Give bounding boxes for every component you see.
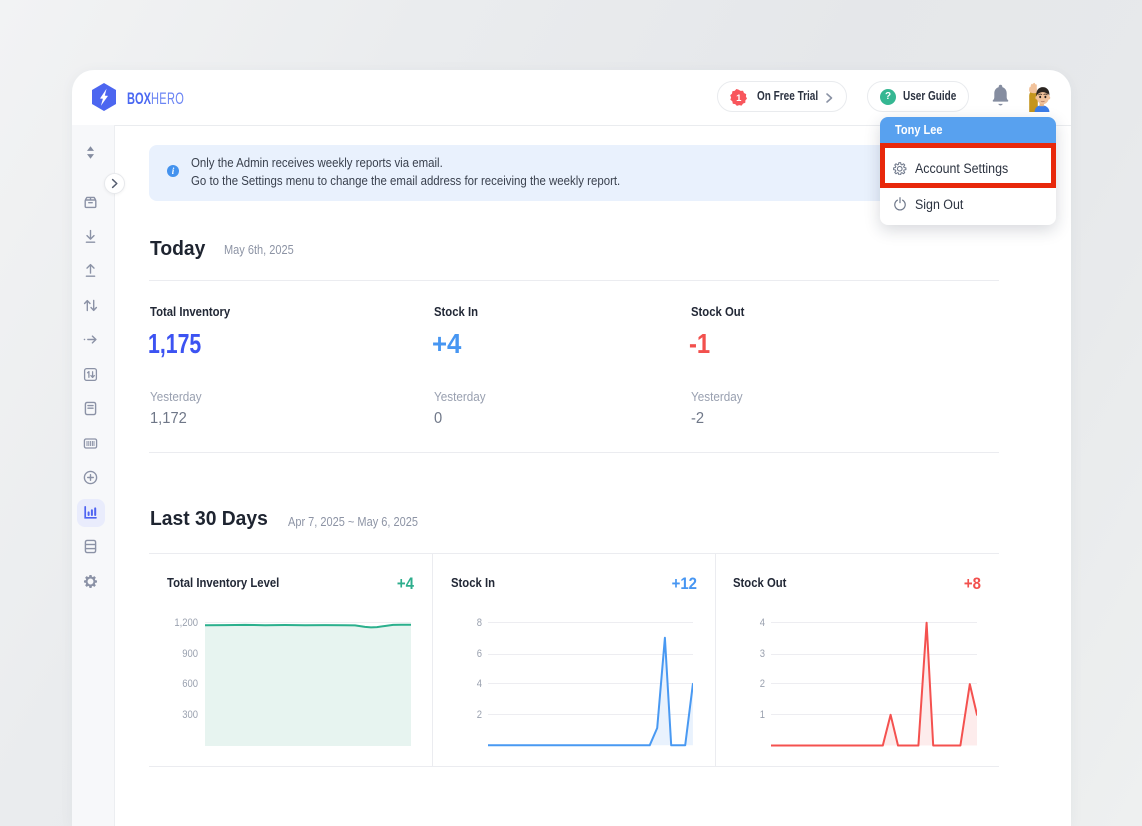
svg-text:1: 1 bbox=[736, 93, 742, 104]
